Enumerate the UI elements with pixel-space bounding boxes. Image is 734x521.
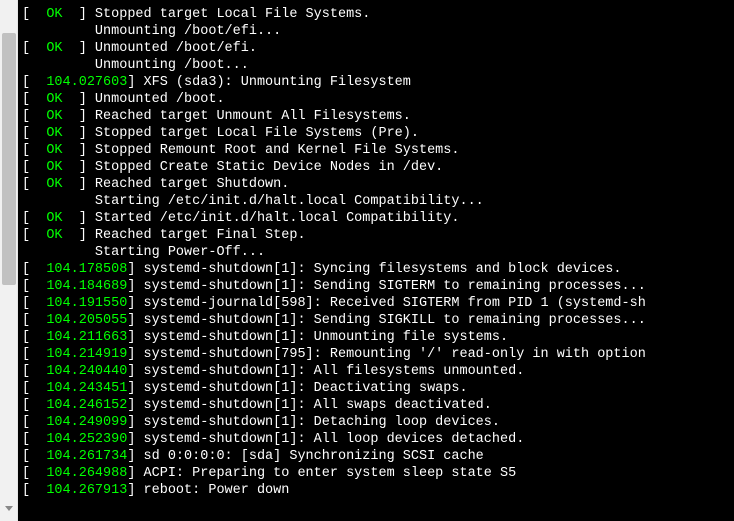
log-message: reboot: Power down: [144, 483, 290, 498]
log-subline: Unmounting /boot...: [95, 58, 249, 73]
log-line: [ 104.191550] systemd-journald[598]: Rec…: [22, 295, 734, 312]
log-line: [ 104.264988] ACPI: Preparing to enter s…: [22, 465, 734, 482]
timestamp: 104.246152: [46, 398, 127, 413]
log-line: [ 104.240440] systemd-shutdown[1]: All f…: [22, 363, 734, 380]
status-ok: OK: [46, 41, 62, 56]
log-line: Starting /etc/init.d/halt.local Compatib…: [22, 193, 734, 210]
log-line: [ 104.249099] systemd-shutdown[1]: Detac…: [22, 414, 734, 431]
timestamp: 104.191550: [46, 296, 127, 311]
log-message: systemd-shutdown[1]: Unmounting file sys…: [144, 330, 509, 345]
log-message: systemd-shutdown[1]: Deactivating swaps.: [144, 381, 468, 396]
log-line: [ OK ] Started /etc/init.d/halt.local Co…: [22, 210, 734, 227]
log-line: [ 104.214919] systemd-shutdown[795]: Rem…: [22, 346, 734, 363]
log-line: [ OK ] Reached target Unmount All Filesy…: [22, 108, 734, 125]
log-line: Starting Power-Off...: [22, 244, 734, 261]
status-ok: OK: [46, 109, 62, 124]
log-message: Reached target Shutdown.: [95, 177, 289, 192]
timestamp: 104.178508: [46, 262, 127, 277]
scrollbar-thumb[interactable]: [2, 33, 16, 285]
timestamp: 104.240440: [46, 364, 127, 379]
log-message: Stopped target Local File Systems.: [95, 7, 370, 22]
log-subline: Unmounting /boot/efi...: [95, 24, 281, 39]
log-message: Started /etc/init.d/halt.local Compatibi…: [95, 211, 460, 226]
status-ok: OK: [46, 177, 62, 192]
log-line: [ 104.027603] XFS (sda3): Unmounting Fil…: [22, 74, 734, 91]
log-message: XFS (sda3): Unmounting Filesystem: [144, 75, 411, 90]
log-line: Unmounting /boot...: [22, 57, 734, 74]
log-message: systemd-shutdown[1]: Sending SIGKILL to …: [144, 313, 646, 328]
log-line: [ 104.261734] sd 0:0:0:0: [sda] Synchron…: [22, 448, 734, 465]
log-message: systemd-shutdown[1]: All filesystems unm…: [144, 364, 525, 379]
log-line: [ OK ] Unmounted /boot/efi.: [22, 40, 734, 57]
timestamp: 104.205055: [46, 313, 127, 328]
log-line: [ 104.243451] systemd-shutdown[1]: Deact…: [22, 380, 734, 397]
log-message: systemd-shutdown[1]: Detaching loop devi…: [144, 415, 500, 430]
log-message: Stopped Remount Root and Kernel File Sys…: [95, 143, 460, 158]
timestamp: 104.211663: [46, 330, 127, 345]
log-message: Unmounted /boot/efi.: [95, 41, 257, 56]
log-line: [ 104.184689] systemd-shutdown[1]: Sendi…: [22, 278, 734, 295]
scrollbar-down-arrow-icon[interactable]: [0, 500, 18, 516]
log-line: [ OK ] Stopped Remount Root and Kernel F…: [22, 142, 734, 159]
log-message: systemd-shutdown[1]: All loop devices de…: [144, 432, 525, 447]
log-subline: Starting /etc/init.d/halt.local Compatib…: [95, 194, 484, 209]
timestamp: 104.249099: [46, 415, 127, 430]
log-line: [ 104.252390] systemd-shutdown[1]: All l…: [22, 431, 734, 448]
timestamp: 104.243451: [46, 381, 127, 396]
log-line: [ OK ] Reached target Shutdown.: [22, 176, 734, 193]
timestamp: 104.261734: [46, 449, 127, 464]
log-line: Unmounting /boot/efi...: [22, 23, 734, 40]
timestamp: 104.252390: [46, 432, 127, 447]
log-message: ACPI: Preparing to enter system sleep st…: [144, 466, 517, 481]
timestamp: 104.214919: [46, 347, 127, 362]
status-ok: OK: [46, 143, 62, 158]
log-line: [ OK ] Stopped target Local File Systems…: [22, 125, 734, 142]
log-line: [ 104.211663] systemd-shutdown[1]: Unmou…: [22, 329, 734, 346]
log-line: [ OK ] Unmounted /boot.: [22, 91, 734, 108]
log-line: [ 104.205055] systemd-shutdown[1]: Sendi…: [22, 312, 734, 329]
timestamp: 104.184689: [46, 279, 127, 294]
log-message: Stopped target Local File Systems (Pre).: [95, 126, 419, 141]
log-line: [ OK ] Stopped Create Static Device Node…: [22, 159, 734, 176]
log-subline: Starting Power-Off...: [95, 245, 265, 260]
log-line: [ 104.246152] systemd-shutdown[1]: All s…: [22, 397, 734, 414]
status-ok: OK: [46, 228, 62, 243]
timestamp: 104.264988: [46, 466, 127, 481]
log-message: systemd-journald[598]: Received SIGTERM …: [144, 296, 646, 311]
status-ok: OK: [46, 92, 62, 107]
log-message: Unmounted /boot.: [95, 92, 225, 107]
terminal-output: [ OK ] Stopped target Local File Systems…: [18, 0, 734, 521]
log-line: [ 104.267913] reboot: Power down: [22, 482, 734, 499]
timestamp: 104.027603: [46, 75, 127, 90]
status-ok: OK: [46, 160, 62, 175]
log-message: systemd-shutdown[1]: All swaps deactivat…: [144, 398, 492, 413]
log-line: [ OK ] Reached target Final Step.: [22, 227, 734, 244]
status-ok: OK: [46, 211, 62, 226]
status-ok: OK: [46, 7, 62, 22]
status-ok: OK: [46, 126, 62, 141]
log-message: Stopped Create Static Device Nodes in /d…: [95, 160, 443, 175]
log-message: Reached target Unmount All Filesystems.: [95, 109, 411, 124]
scrollbar-track[interactable]: [0, 0, 18, 521]
log-message: sd 0:0:0:0: [sda] Synchronizing SCSI cac…: [144, 449, 484, 464]
log-message: systemd-shutdown[1]: Syncing filesystems…: [144, 262, 622, 277]
log-message: systemd-shutdown[1]: Sending SIGTERM to …: [144, 279, 646, 294]
log-line: [ OK ] Stopped target Local File Systems…: [22, 6, 734, 23]
log-line: [ 104.178508] systemd-shutdown[1]: Synci…: [22, 261, 734, 278]
timestamp: 104.267913: [46, 483, 127, 498]
log-message: Reached target Final Step.: [95, 228, 306, 243]
log-message: systemd-shutdown[795]: Remounting '/' re…: [144, 347, 646, 362]
